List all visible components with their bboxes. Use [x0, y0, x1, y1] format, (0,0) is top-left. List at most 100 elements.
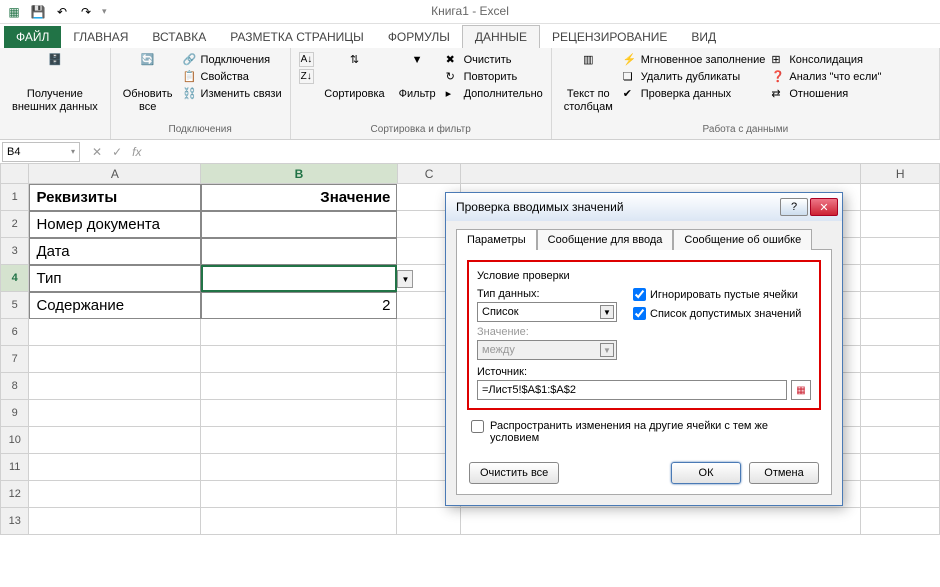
type-combo[interactable]: Список▼ [477, 302, 617, 322]
range-picker-button[interactable]: ▦ [791, 380, 811, 400]
clear-filter-button[interactable]: ✖Очистить [446, 52, 543, 68]
row-header[interactable]: 7 [0, 346, 29, 373]
tab-page-layout[interactable]: РАЗМЕТКА СТРАНИЦЫ [218, 26, 376, 48]
data-validation-button[interactable]: ✔Проверка данных [623, 86, 766, 102]
cell[interactable] [861, 265, 940, 292]
cell[interactable] [861, 184, 940, 211]
cell[interactable] [861, 319, 940, 346]
dialog-tab-params[interactable]: Параметры [456, 229, 537, 250]
cell[interactable] [29, 400, 201, 427]
cell[interactable] [201, 427, 397, 454]
row-header[interactable]: 5 [0, 292, 29, 319]
save-icon[interactable]: 💾 [30, 4, 46, 20]
ok-button[interactable]: ОК [671, 462, 741, 484]
ignore-blank-checkbox[interactable]: Игнорировать пустые ячейки [633, 288, 801, 301]
tab-home[interactable]: ГЛАВНАЯ [61, 26, 140, 48]
col-header-b[interactable]: B [201, 164, 397, 184]
edit-links-button[interactable]: ⛓️Изменить связи [183, 86, 282, 102]
tab-view[interactable]: ВИД [679, 26, 728, 48]
cell[interactable] [861, 481, 940, 508]
tab-file[interactable]: ФАЙЛ [4, 26, 61, 48]
row-header[interactable]: 13 [0, 508, 29, 535]
cell[interactable]: Содержание [29, 292, 201, 319]
tab-formulas[interactable]: ФОРМУЛЫ [376, 26, 462, 48]
cell[interactable] [861, 346, 940, 373]
row-header[interactable]: 10 [0, 427, 29, 454]
dialog-close-button[interactable]: ✕ [810, 198, 838, 216]
cell[interactable]: Значение [201, 184, 397, 211]
dialog-tab-input-msg[interactable]: Сообщение для ввода [537, 229, 674, 250]
cell[interactable]: ▼ [201, 265, 397, 292]
cell[interactable] [201, 319, 397, 346]
cell[interactable] [461, 508, 861, 535]
cancel-button[interactable]: Отмена [749, 462, 819, 484]
col-header-c[interactable]: C [398, 164, 462, 184]
dialog-titlebar[interactable]: Проверка вводимых значений ? ✕ [446, 193, 842, 221]
sort-asc-icon[interactable]: A↓ [299, 52, 315, 67]
cell-dropdown-icon[interactable]: ▼ [397, 270, 413, 288]
cell[interactable] [29, 427, 201, 454]
clear-all-button[interactable]: Очистить все [469, 462, 559, 484]
filter-button[interactable]: ▼ Фильтр [395, 52, 440, 103]
row-header[interactable]: 1 [0, 184, 29, 211]
cell[interactable] [29, 454, 201, 481]
cancel-entry-icon[interactable]: ✕ [92, 145, 102, 159]
advanced-filter-button[interactable]: ▸Дополнительно [446, 86, 543, 102]
cell[interactable] [29, 319, 201, 346]
reapply-button[interactable]: ↻Повторить [446, 69, 543, 85]
cell[interactable] [29, 508, 201, 535]
spread-changes-checkbox[interactable] [471, 420, 484, 433]
text-to-columns-button[interactable]: ▥ Текст по столбцам [560, 52, 617, 116]
source-input[interactable] [477, 380, 787, 400]
name-box[interactable]: B4▾ [2, 142, 80, 162]
cell[interactable] [201, 373, 397, 400]
cell[interactable] [29, 373, 201, 400]
cell[interactable] [861, 427, 940, 454]
row-header[interactable]: 12 [0, 481, 29, 508]
cell[interactable] [861, 508, 940, 535]
cell[interactable] [201, 346, 397, 373]
cell[interactable] [397, 508, 461, 535]
select-all-corner[interactable] [0, 164, 29, 184]
cell[interactable] [861, 454, 940, 481]
refresh-all-button[interactable]: 🔄 Обновить все [119, 52, 177, 116]
cell[interactable] [201, 400, 397, 427]
tab-insert[interactable]: ВСТАВКА [140, 26, 218, 48]
in-cell-dropdown-checkbox[interactable]: Список допустимых значений [633, 307, 801, 320]
properties-button[interactable]: 📋Свойства [183, 69, 282, 85]
cell[interactable] [201, 508, 397, 535]
cell[interactable]: Номер документа [29, 211, 201, 238]
consolidate-button[interactable]: ⊞Консолидация [771, 52, 881, 68]
col-header-h[interactable]: H [861, 164, 940, 184]
cell[interactable] [201, 454, 397, 481]
cell[interactable]: Дата [29, 238, 201, 265]
row-header[interactable]: 9 [0, 400, 29, 427]
cell[interactable]: Реквизиты [29, 184, 201, 211]
flash-fill-button[interactable]: ⚡Мгновенное заполнение [623, 52, 766, 68]
undo-icon[interactable]: ↶ [54, 4, 70, 20]
fx-icon[interactable]: fx [132, 145, 141, 159]
row-header[interactable]: 6 [0, 319, 29, 346]
cell[interactable] [29, 481, 201, 508]
qat-more-icon[interactable]: ▾ [102, 6, 107, 17]
cell[interactable] [29, 346, 201, 373]
dialog-tab-error-msg[interactable]: Сообщение об ошибке [673, 229, 812, 250]
tab-review[interactable]: РЕЦЕНЗИРОВАНИЕ [540, 26, 679, 48]
relationships-button[interactable]: ⇄Отношения [771, 86, 881, 102]
redo-icon[interactable]: ↷ [78, 4, 94, 20]
tab-data[interactable]: ДАННЫЕ [462, 25, 540, 48]
cell[interactable] [201, 238, 397, 265]
remove-duplicates-button[interactable]: ❏Удалить дубликаты [623, 69, 766, 85]
cell[interactable]: Тип [29, 265, 201, 292]
cell[interactable] [861, 211, 940, 238]
row-header[interactable]: 8 [0, 373, 29, 400]
dialog-help-button[interactable]: ? [780, 198, 808, 216]
row-header[interactable]: 2 [0, 211, 29, 238]
row-header[interactable]: 11 [0, 454, 29, 481]
sort-desc-icon[interactable]: Z↓ [299, 69, 315, 84]
cell[interactable] [861, 373, 940, 400]
cell[interactable] [201, 211, 397, 238]
cell[interactable] [861, 238, 940, 265]
get-external-data-button[interactable]: 🗄️ Получение внешних данных [8, 52, 102, 116]
col-header-a[interactable]: A [29, 164, 201, 184]
